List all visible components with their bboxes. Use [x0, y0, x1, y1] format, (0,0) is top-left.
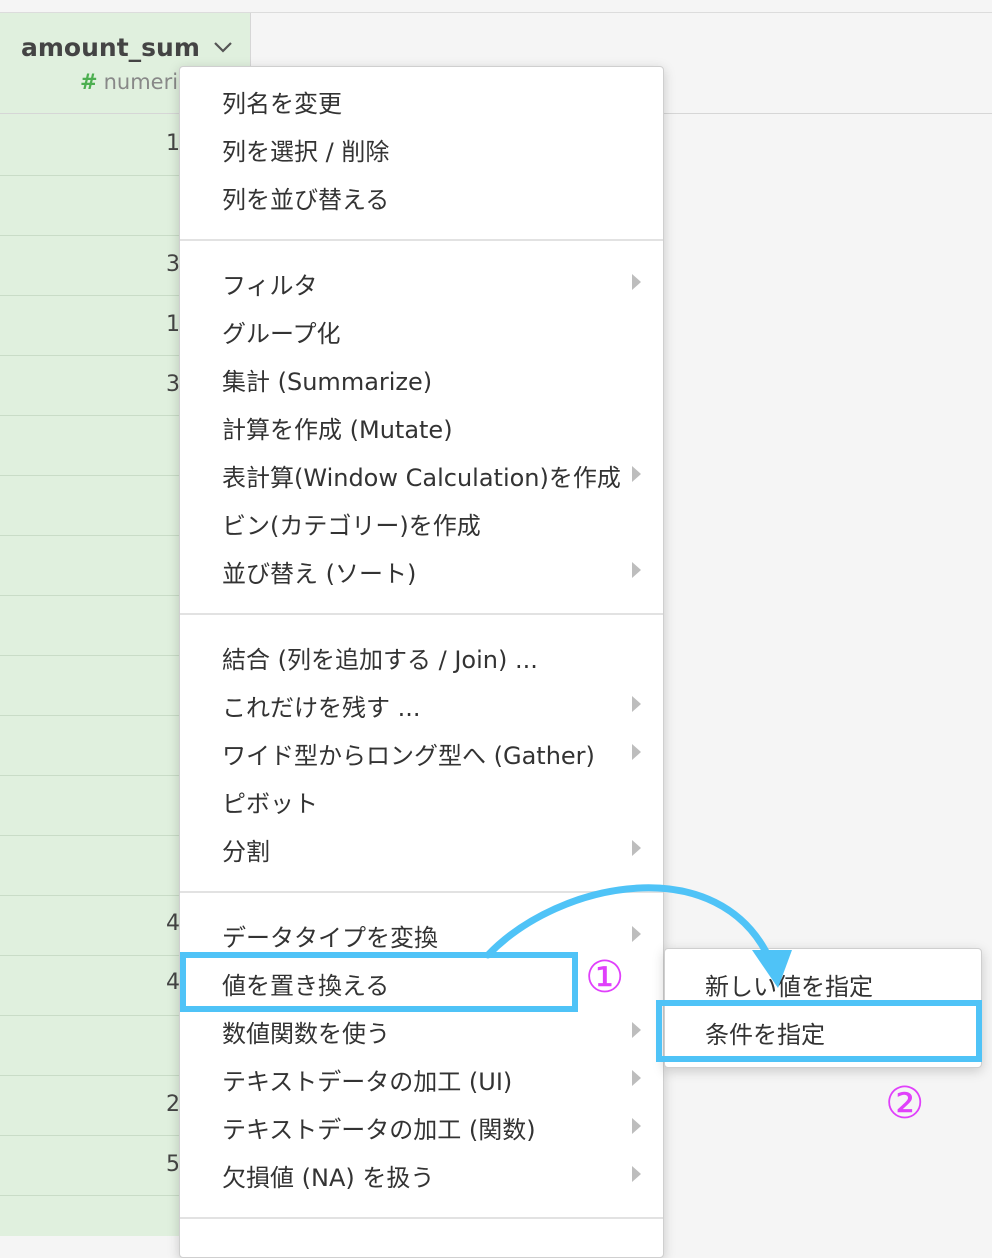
submenu-arrow-icon [632, 1070, 641, 1086]
submenu-arrow-icon [632, 466, 641, 482]
table-cell[interactable]: 1 [166, 312, 180, 337]
submenu-arrow-icon [632, 744, 641, 760]
submenu-arrow-icon [632, 274, 641, 290]
submenu-arrow-icon [632, 1166, 641, 1182]
table-cell[interactable]: 4 [166, 911, 180, 936]
table-cell[interactable]: 2 [166, 1092, 180, 1117]
submenu-arrow-icon [632, 840, 641, 856]
column-type-label: numeric [103, 70, 190, 94]
menu-separator [180, 613, 663, 615]
menu-item-window-calculation[interactable]: 表計算(Window Calculation)を作成 [180, 449, 663, 497]
table-cell[interactable]: 3 [166, 252, 180, 277]
menu-item-filter[interactable]: フィルタ [180, 257, 663, 305]
column-name: amount_sum [21, 33, 200, 62]
column-context-menu: 列名を変更 列を選択 / 削除 列を並び替える フィルタ グループ化 集計 (S… [179, 66, 664, 1258]
menu-item-sort[interactable]: 並び替え (ソート) [180, 545, 663, 593]
menu-separator [180, 239, 663, 241]
menu-item-text-processing-ui[interactable]: テキストデータの加工 (UI) [180, 1053, 663, 1101]
table-cell[interactable]: 4 [166, 970, 180, 995]
menu-item-join[interactable]: 結合 (列を追加する / Join) ... [180, 631, 663, 679]
menu-item-create-bins[interactable]: ビン(カテゴリー)を作成 [180, 497, 663, 545]
highlight-by-condition [656, 1000, 982, 1062]
step-1-marker: ① [585, 952, 625, 1003]
menu-item-pivot[interactable]: ピボット [180, 775, 663, 823]
menu-item-group-by[interactable]: グループ化 [180, 305, 663, 353]
table-cell[interactable]: 1 [166, 131, 180, 156]
submenu-arrow-icon [632, 1022, 641, 1038]
menu-item-split[interactable]: 分割 [180, 823, 663, 871]
menu-item-summarize[interactable]: 集計 (Summarize) [180, 353, 663, 401]
menu-item-reorder-columns[interactable]: 列を並び替える [180, 171, 663, 219]
table-cell[interactable]: 3 [166, 372, 180, 397]
menu-item-keep-only[interactable]: これだけを残す ... [180, 679, 663, 727]
column-type: # numeric [80, 70, 190, 94]
highlight-replace-values [180, 952, 578, 1012]
menu-item-text-processing-functions[interactable]: テキストデータの加工 (関数) [180, 1101, 663, 1149]
submenu-arrow-icon [632, 926, 641, 942]
chevron-down-icon[interactable] [210, 34, 236, 60]
menu-separator [180, 891, 663, 893]
numeric-icon: # [80, 70, 98, 94]
menu-separator [180, 1217, 663, 1219]
submenu-arrow-icon [632, 562, 641, 578]
table-cell[interactable]: 5 [166, 1152, 180, 1177]
menu-item-handle-na[interactable]: 欠損値 (NA) を扱う [180, 1149, 663, 1197]
submenu-arrow-icon [632, 696, 641, 712]
menu-item-math-functions[interactable]: 数値関数を使う [180, 1005, 663, 1053]
submenu-arrow-icon [632, 1118, 641, 1134]
menu-item-gather[interactable]: ワイド型からロング型へ (Gather) [180, 727, 663, 775]
menu-item-convert-data-type[interactable]: データタイプを変換 [180, 909, 663, 957]
step-2-marker: ② [885, 1078, 925, 1129]
menu-item-select-remove-column[interactable]: 列を選択 / 削除 [180, 123, 663, 171]
menu-item-mutate[interactable]: 計算を作成 (Mutate) [180, 401, 663, 449]
menu-item-rename-column[interactable]: 列名を変更 [180, 75, 663, 123]
